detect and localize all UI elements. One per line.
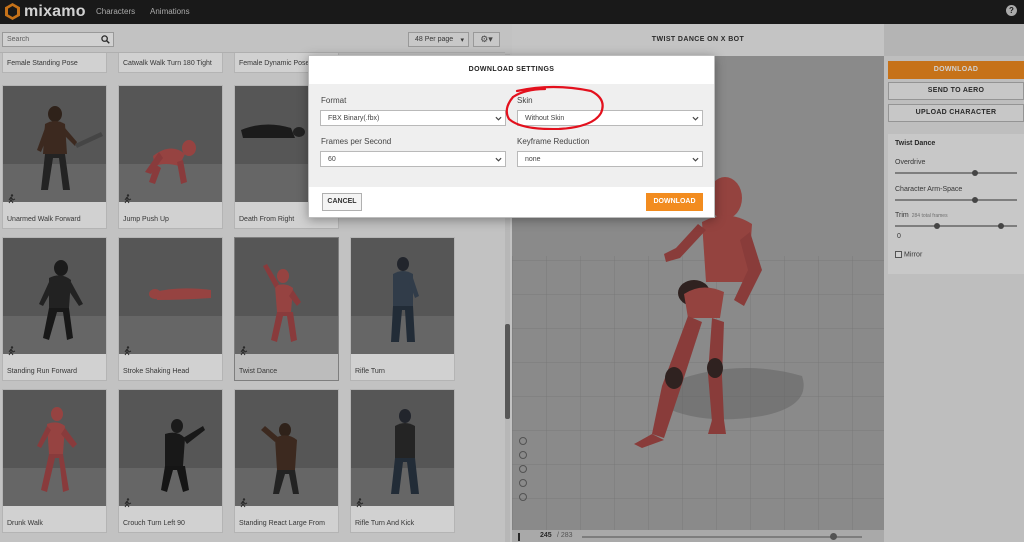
chevron-down-icon bbox=[692, 157, 699, 162]
chevron-down-icon bbox=[495, 157, 502, 162]
skin-value: Without Skin bbox=[525, 115, 565, 122]
chevron-down-icon bbox=[692, 116, 699, 121]
skin-label: Skin bbox=[517, 96, 533, 105]
fps-value: 60 bbox=[328, 156, 336, 163]
chevron-down-icon bbox=[495, 116, 502, 121]
fps-label: Frames per Second bbox=[321, 137, 392, 146]
dialog-title: DOWNLOAD SETTINGS bbox=[468, 66, 555, 73]
format-value: FBX Binary(.fbx) bbox=[328, 115, 380, 122]
format-select[interactable]: FBX Binary(.fbx) bbox=[320, 110, 506, 126]
confirm-download-button[interactable]: DOWNLOAD bbox=[646, 193, 703, 211]
skin-select[interactable]: Without Skin bbox=[517, 110, 703, 126]
cancel-button[interactable]: CANCEL bbox=[322, 193, 362, 211]
format-label: Format bbox=[321, 96, 347, 105]
download-settings-dialog: DOWNLOAD SETTINGS Format FBX Binary(.fbx… bbox=[308, 55, 715, 218]
keyframe-value: none bbox=[525, 156, 541, 163]
keyframe-select[interactable]: none bbox=[517, 151, 703, 167]
fps-select[interactable]: 60 bbox=[320, 151, 506, 167]
keyframe-label: Keyframe Reduction bbox=[517, 137, 590, 146]
dialog-body: Format FBX Binary(.fbx) Skin Without Ski… bbox=[309, 84, 714, 187]
